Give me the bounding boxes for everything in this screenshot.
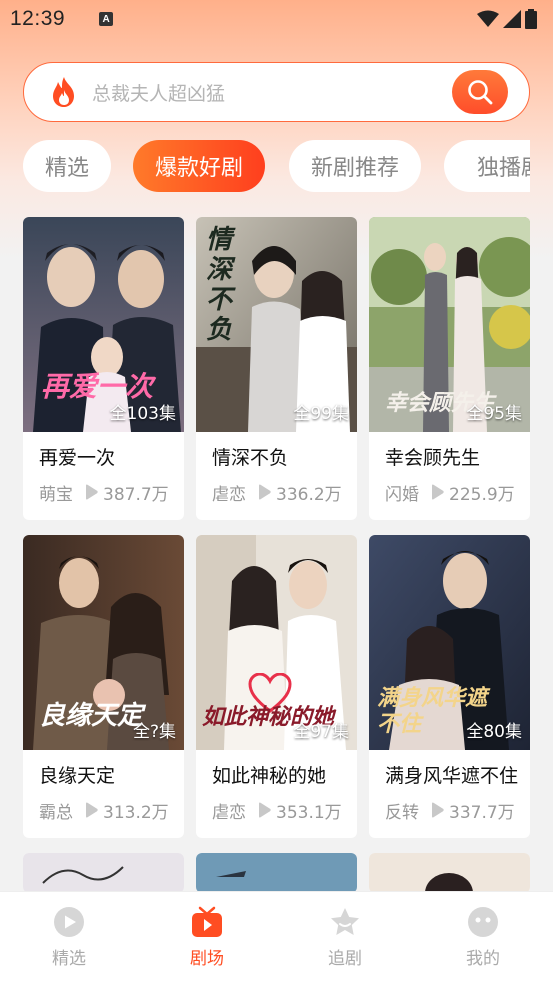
play-count-icon — [259, 802, 271, 818]
drama-card[interactable]: 良缘天定 全?集 良缘天定 霸总 313.2万 — [23, 535, 184, 838]
notification-icon: A — [99, 12, 114, 26]
search-input[interactable]: 总裁夫人超凶猛 — [92, 79, 225, 106]
bottom-navigation: 精选 剧场 追剧 我的 — [0, 891, 553, 984]
play-count-icon — [432, 484, 444, 500]
search-bar[interactable]: 总裁夫人超凶猛 — [23, 62, 530, 122]
episode-count: 全95集 — [466, 404, 522, 424]
poster-title-art: 良缘天定 — [39, 701, 144, 731]
view-count: 387.7万 — [103, 484, 169, 505]
nav-profile[interactable]: 我的 — [443, 906, 523, 969]
drama-genre: 霸总 — [39, 802, 73, 823]
drama-genre: 萌宝 — [39, 484, 73, 505]
drama-poster[interactable]: 幸会顾先生 全95集 — [369, 217, 530, 432]
play-count-icon — [432, 802, 444, 818]
play-circle-icon — [54, 907, 84, 937]
face-icon — [468, 907, 498, 937]
tab-hot-dramas[interactable]: 爆款好剧 — [133, 140, 265, 192]
drama-meta: 霸总 313.2万 — [39, 799, 179, 823]
search-button[interactable] — [452, 70, 508, 114]
view-count: 313.2万 — [103, 802, 169, 823]
drama-meta: 萌宝 387.7万 — [39, 481, 179, 505]
nav-label: 追剧 — [328, 949, 362, 969]
star-icon — [331, 908, 359, 935]
tab-featured[interactable]: 精选 — [23, 140, 111, 192]
drama-card[interactable] — [369, 853, 530, 893]
tab-new-dramas[interactable]: 新剧推荐 — [289, 140, 421, 192]
drama-meta: 反转 337.7万 — [385, 799, 525, 823]
episode-count: 全103集 — [109, 404, 176, 424]
category-tabs: 精选 爆款好剧 新剧推荐 独播剧 — [23, 140, 530, 192]
tab-exclusive[interactable]: 独播剧 — [444, 140, 530, 192]
drama-genre: 反转 — [385, 802, 419, 823]
drama-poster[interactable]: 情深不负 全99集 — [196, 217, 357, 432]
fire-icon — [53, 77, 74, 107]
play-count-icon — [86, 484, 98, 500]
drama-poster[interactable]: 再爱一次 全103集 — [23, 217, 184, 432]
episode-count: 全?集 — [132, 722, 176, 742]
drama-title[interactable]: 良缘天定 — [39, 761, 115, 788]
search-icon — [468, 80, 493, 105]
tv-icon — [192, 906, 222, 937]
drama-genre: 闪婚 — [385, 484, 419, 505]
status-bar: 12:39 A — [0, 0, 553, 38]
drama-title[interactable]: 幸会顾先生 — [385, 443, 480, 470]
battery-icon — [525, 9, 537, 29]
drama-card[interactable] — [196, 853, 357, 893]
drama-title[interactable]: 满身风华遮不住 — [385, 761, 518, 788]
drama-card[interactable] — [23, 853, 184, 893]
drama-title[interactable]: 如此神秘的她 — [212, 761, 326, 788]
drama-title[interactable]: 再爱一次 — [39, 443, 115, 470]
drama-poster[interactable]: 良缘天定 全?集 — [23, 535, 184, 750]
view-count: 336.2万 — [276, 484, 342, 505]
status-time: 12:39 — [10, 7, 66, 30]
poster-title-art: 情深不负 — [206, 225, 233, 345]
drama-card[interactable]: 再爱一次 全103集 再爱一次 萌宝 387.7万 — [23, 217, 184, 520]
signal-icon — [503, 10, 521, 28]
drama-genre: 虐恋 — [212, 484, 246, 505]
drama-meta: 虐恋 353.1万 — [212, 799, 352, 823]
play-count-icon — [86, 802, 98, 818]
play-count-icon — [259, 484, 271, 500]
episode-count: 全80集 — [466, 722, 522, 742]
drama-poster[interactable]: 如此神秘的她 全97集 — [196, 535, 357, 750]
episode-count: 全97集 — [293, 722, 349, 742]
status-indicators — [477, 9, 537, 29]
drama-meta: 闪婚 225.9万 — [385, 481, 525, 505]
drama-poster[interactable]: 满身风华遮不住 全80集 — [369, 535, 530, 750]
nav-label: 我的 — [466, 949, 500, 969]
nav-featured[interactable]: 精选 — [29, 906, 109, 969]
drama-meta: 虐恋 336.2万 — [212, 481, 352, 505]
episode-count: 全99集 — [293, 404, 349, 424]
view-count: 225.9万 — [449, 484, 515, 505]
poster-image — [196, 853, 357, 893]
drama-genre: 虐恋 — [212, 802, 246, 823]
drama-title[interactable]: 情深不负 — [212, 443, 288, 470]
poster-image — [369, 853, 530, 893]
drama-card[interactable]: 满身风华遮不住 全80集 满身风华遮不住 反转 337.7万 — [369, 535, 530, 838]
drama-card[interactable]: 如此神秘的她 全97集 如此神秘的她 虐恋 353.1万 — [196, 535, 357, 838]
view-count: 353.1万 — [276, 802, 342, 823]
drama-card[interactable]: 幸会顾先生 全95集 幸会顾先生 闪婚 225.9万 — [369, 217, 530, 520]
poster-image — [23, 853, 184, 893]
nav-following[interactable]: 追剧 — [305, 906, 385, 969]
drama-card[interactable]: 情深不负 全99集 情深不负 虐恋 336.2万 — [196, 217, 357, 520]
nav-label: 剧场 — [190, 949, 224, 969]
view-count: 337.7万 — [449, 802, 515, 823]
nav-label: 精选 — [52, 949, 86, 969]
nav-theater[interactable]: 剧场 — [167, 906, 247, 969]
wifi-icon — [477, 10, 499, 27]
